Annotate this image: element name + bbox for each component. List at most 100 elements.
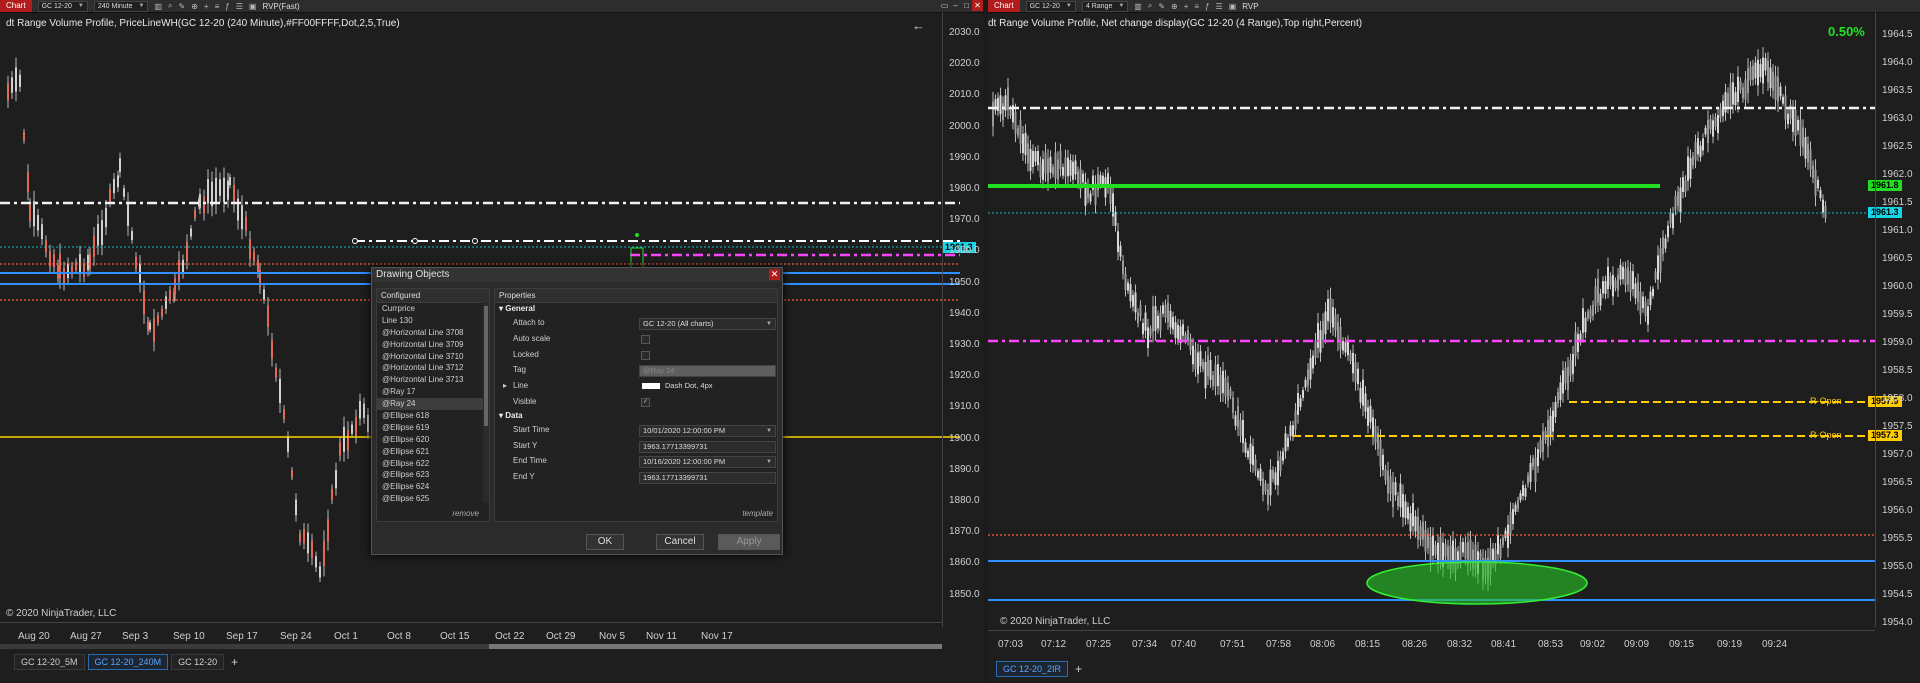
candle-body <box>323 540 325 567</box>
chart-menu-button[interactable]: Chart <box>988 0 1020 12</box>
list-scrollbar[interactable] <box>483 302 489 503</box>
indicator-button[interactable]: RVP <box>1242 2 1258 11</box>
bar-chart-icon[interactable]: ▥ <box>154 2 162 11</box>
bar-chart-icon[interactable]: ▥ <box>1134 2 1142 11</box>
right-price-chart[interactable] <box>988 12 1875 637</box>
x-tick: 08:26 <box>1402 639 1428 650</box>
visible-checkbox[interactable]: ✓ <box>641 397 650 407</box>
indicator-button[interactable]: RVP(Fast) <box>262 2 299 11</box>
template-link[interactable]: template <box>742 509 773 518</box>
drawing-object-item[interactable]: @Horizontal Line 3709 <box>377 339 489 351</box>
drawing-object-item[interactable]: @Ray 24 <box>377 398 489 411</box>
screenshot-icon[interactable]: ▣ <box>1229 2 1237 11</box>
drawing-object-item[interactable]: @Ellipse 622 <box>377 458 489 470</box>
drawing-object-item[interactable]: @Horizontal Line 3710 <box>377 351 489 363</box>
prop-locked: Locked <box>495 347 777 363</box>
y-tick: 1870.0 <box>949 526 980 538</box>
drawing-object-item[interactable]: @Ellipse 624 <box>377 481 489 493</box>
left-time-axis[interactable]: Aug 20 Aug 27 Sep 3 Sep 10 Sep 17 Sep 24 Oct 1… <box>0 622 942 643</box>
zoom-icon[interactable]: ⊕ <box>1171 2 1178 11</box>
crosshair-icon[interactable]: + <box>204 2 209 11</box>
end-time-field[interactable]: 10/16/2020 12:00:00 PM ▼ <box>639 456 776 469</box>
remove-link[interactable]: remove <box>452 509 479 518</box>
drawing-object-item[interactable]: @Ellipse 618 <box>377 410 489 422</box>
zoom-icon[interactable]: ⊕ <box>191 2 198 11</box>
candle-body <box>1144 312 1147 331</box>
right-price-axis[interactable]: 1964.5 1964.0 1963.5 1963.0 1962.5 1962.0 1961… <box>1875 12 1920 628</box>
crosshair-icon[interactable]: + <box>1184 2 1189 11</box>
ray-handle-end[interactable] <box>472 238 478 244</box>
pencil-icon[interactable]: ✎ <box>179 2 186 11</box>
scroll-thumb[interactable] <box>489 644 942 649</box>
close-icon[interactable]: ✕ <box>972 0 983 11</box>
interval-selector[interactable]: 4 Range ▼ <box>1081 0 1129 12</box>
drawing-object-item[interactable]: @Ellipse 623 <box>377 469 489 481</box>
drawing-object-item[interactable]: @Horizontal Line 3712 <box>377 362 489 374</box>
pencil-icon[interactable]: ✎ <box>1158 2 1165 11</box>
candle-body <box>233 185 235 205</box>
instrument-selector[interactable]: GC 12-20 ▼ <box>1025 0 1076 12</box>
properties-icon[interactable]: ≡ <box>1194 2 1199 11</box>
instrument-selector[interactable]: GC 12-20 ▼ <box>37 0 88 12</box>
close-icon[interactable]: ✕ <box>769 269 780 280</box>
data-section[interactable]: ▾ Data <box>495 410 777 422</box>
attach-to-select[interactable]: GC 12-20 (All charts) ▼ <box>639 318 776 330</box>
locked-checkbox[interactable] <box>641 350 650 360</box>
minimize-icon[interactable]: – <box>950 0 961 11</box>
magnifier-icon[interactable]: ⌕ <box>1148 1 1152 11</box>
ray-handle-mid[interactable] <box>412 238 418 244</box>
green-marker-top[interactable] <box>635 233 639 237</box>
candle-body <box>1667 225 1669 238</box>
add-tab-icon[interactable]: + <box>1071 662 1086 676</box>
candle-body <box>45 240 47 253</box>
ray-handle-start[interactable] <box>352 238 358 244</box>
chart-tab[interactable]: GC 12-20 <box>171 654 225 670</box>
candle-body <box>1064 157 1067 177</box>
ok-button[interactable]: OK <box>586 534 624 550</box>
add-tab-icon[interactable]: + <box>227 655 242 669</box>
drawing-object-item[interactable]: Line 130 <box>377 315 489 327</box>
strategy-icon[interactable]: ☰ <box>236 2 243 11</box>
cancel-button[interactable]: Cancel <box>656 534 704 550</box>
indicator-icon[interactable]: ƒ <box>225 2 229 11</box>
left-price-axis[interactable]: 2030.0 2020.0 2010.0 2000.0 1990.0 1980.0 1970… <box>942 12 984 627</box>
back-arrow-icon[interactable]: ← <box>912 18 925 33</box>
window-tile-icon[interactable]: ▭ <box>939 0 950 11</box>
x-tick: 09:15 <box>1669 639 1695 650</box>
indicator-icon[interactable]: ƒ <box>1205 2 1209 11</box>
chart-tab[interactable]: GC 12-20_2IR <box>996 661 1069 677</box>
line-style-value[interactable]: Dash Dot, 4px <box>639 381 774 391</box>
drawing-object-item[interactable]: @Ellipse 620 <box>377 434 489 446</box>
maximize-icon[interactable]: □ <box>961 0 972 11</box>
strategy-icon[interactable]: ☰ <box>1216 2 1223 11</box>
drawing-object-item[interactable]: Currprice <box>377 303 489 315</box>
magnifier-icon[interactable]: ⌕ <box>168 1 172 11</box>
start-y-field[interactable]: 1963.17713399731 <box>639 440 776 453</box>
expand-icon[interactable]: ▸ <box>503 378 507 394</box>
drawing-object-item[interactable]: @Ellipse 619 <box>377 422 489 434</box>
chart-menu-button[interactable]: Chart <box>0 0 32 12</box>
drawing-object-item[interactable]: @Horizontal Line 3708 <box>377 327 489 339</box>
right-time-axis[interactable]: 07:03 07:12 07:25 07:34 07:40 07:51 07:58 08:06… <box>988 630 1875 651</box>
chart-tab[interactable]: GC 12-20_5M <box>14 654 85 670</box>
candle-body <box>1562 370 1564 394</box>
scroll-thumb[interactable] <box>484 306 488 426</box>
candle-body <box>1002 103 1004 121</box>
tag-field[interactable]: @Ray 24 <box>639 365 776 378</box>
candle-body <box>1644 302 1647 317</box>
screenshot-icon[interactable]: ▣ <box>249 2 257 11</box>
start-time-field[interactable]: 10/01/2020 12:00:00 PM ▼ <box>639 424 776 437</box>
drawing-object-item[interactable]: @Ray 17 <box>377 386 489 398</box>
drawing-object-item[interactable]: @Ellipse 621 <box>377 446 489 458</box>
left-horizontal-scrollbar[interactable] <box>0 644 942 649</box>
drawing-object-item[interactable]: @Ellipse 625 <box>377 493 489 505</box>
chart-tab[interactable]: GC 12-20_240M <box>87 654 169 670</box>
end-y-field[interactable]: 1963.17713399731 <box>639 472 776 485</box>
properties-icon[interactable]: ≡ <box>215 2 220 11</box>
volume-ellipse[interactable] <box>1366 561 1588 605</box>
general-section[interactable]: ▾ General <box>495 303 777 315</box>
drawing-object-item[interactable]: @Horizontal Line 3713 <box>377 374 489 386</box>
interval-selector[interactable]: 240 Minute ▼ <box>93 0 149 12</box>
apply-button[interactable]: Apply <box>718 534 780 550</box>
auto-scale-checkbox[interactable] <box>641 334 650 344</box>
